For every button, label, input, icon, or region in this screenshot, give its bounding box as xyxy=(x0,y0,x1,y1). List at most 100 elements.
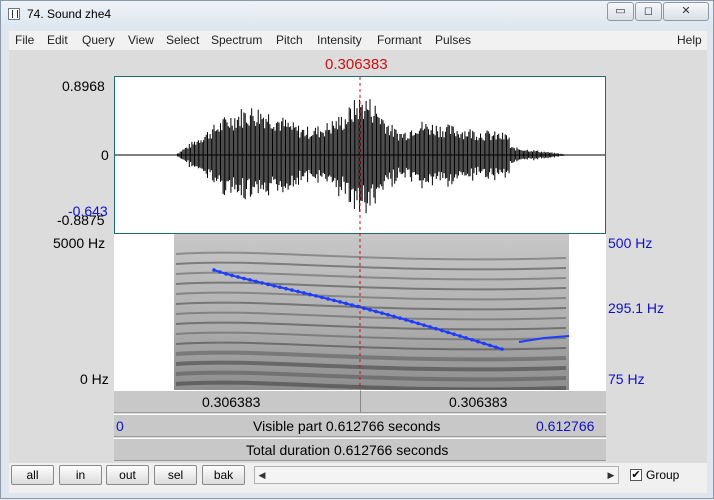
pitch-point xyxy=(356,304,360,309)
pitch-point xyxy=(302,291,306,295)
pitch-point xyxy=(308,292,312,297)
visible-end: 0.612766 xyxy=(536,418,595,434)
zoom-all-button[interactable]: all xyxy=(11,465,54,485)
visible-part-text: Visible part 0.612766 seconds xyxy=(253,418,441,434)
pitch-point xyxy=(488,343,492,348)
pitch-point xyxy=(386,312,390,317)
pitch-point xyxy=(218,270,222,274)
scroll-right-arrow-icon[interactable]: ▶ xyxy=(604,467,618,483)
freq-top-label: 5000 Hz xyxy=(53,235,106,251)
pitch-point xyxy=(494,345,498,350)
pitch-point xyxy=(380,311,384,315)
menu-intensity[interactable]: Intensity xyxy=(317,33,362,47)
pitch-point xyxy=(320,295,324,300)
pitch-point xyxy=(374,309,378,314)
pitch-point xyxy=(416,321,420,326)
close-button[interactable]: ✕ xyxy=(663,2,709,21)
pitch-point xyxy=(452,332,456,337)
pitch-point xyxy=(458,334,462,338)
pitch-point xyxy=(248,278,252,282)
pitch-point xyxy=(296,289,300,294)
freq-bottom-label: 0 Hz xyxy=(80,371,109,387)
zoom-sel-button[interactable]: sel xyxy=(154,465,197,485)
visible-start: 0 xyxy=(116,418,124,434)
spectrogram-graphic xyxy=(174,234,570,390)
pitch-point xyxy=(404,318,408,322)
zoom-in-button[interactable]: in xyxy=(59,465,102,485)
pitch-point xyxy=(230,273,234,278)
total-duration-bar[interactable]: Total duration 0.612766 seconds xyxy=(114,438,606,461)
menu-bar: File Edit Query View Select Spectrum Pit… xyxy=(9,31,707,51)
selection-left-bar[interactable]: 0.306383 xyxy=(114,390,360,413)
total-duration-text: Total duration 0.612766 seconds xyxy=(246,442,449,458)
menu-pitch[interactable]: Pitch xyxy=(276,33,303,47)
pitch-point xyxy=(278,285,282,290)
app-icon xyxy=(8,8,20,20)
waveform-cursor-value: -0.643 xyxy=(68,203,108,219)
scroll-left-arrow-icon[interactable]: ◀ xyxy=(255,467,269,483)
waveform-graphic xyxy=(115,99,605,214)
pitch-point xyxy=(272,283,276,288)
pitch-point xyxy=(338,300,342,304)
menu-file[interactable]: File xyxy=(15,33,34,47)
pitch-point xyxy=(314,294,318,298)
pitch-point xyxy=(326,297,330,301)
maximize-button[interactable]: ◻ xyxy=(635,2,662,21)
menu-select[interactable]: Select xyxy=(166,33,199,47)
time-scrollbar[interactable]: ◀ ▶ xyxy=(254,466,619,484)
pitch-point xyxy=(500,347,504,351)
group-checkbox[interactable]: ✔ xyxy=(630,469,642,481)
pitch-point xyxy=(398,316,402,320)
pitch-top-label: 500 Hz xyxy=(608,235,653,251)
pitch-point xyxy=(368,308,372,312)
pitch-point xyxy=(212,268,216,272)
cursor-time: 0.306383 xyxy=(325,56,388,73)
visible-part-bar[interactable]: 0 Visible part 0.612766 seconds 0.612766 xyxy=(114,414,606,437)
menu-query[interactable]: Query xyxy=(82,33,115,47)
pitch-point xyxy=(254,279,258,284)
selection-right-bar[interactable]: 0.306383 xyxy=(360,390,606,413)
menu-pulses[interactable]: Pulses xyxy=(435,33,471,47)
title-bar: 74. Sound zhe4 ▭ ◻ ✕ xyxy=(1,1,713,28)
waveform-panel[interactable] xyxy=(114,76,606,234)
waveform-zero: 0 xyxy=(101,147,109,163)
waveform-max: 0.8968 xyxy=(62,78,105,94)
praat-sound-window: 74. Sound zhe4 ▭ ◻ ✕ File Edit Query Vie… xyxy=(0,0,714,499)
pitch-point xyxy=(284,286,288,291)
zoom-back-button[interactable]: bak xyxy=(202,465,245,485)
pitch-point xyxy=(392,314,396,319)
pitch-point xyxy=(446,330,450,335)
menu-formant[interactable]: Formant xyxy=(377,33,422,47)
pitch-bottom-label: 75 Hz xyxy=(608,371,645,387)
pitch-point xyxy=(482,341,486,346)
pitch-point xyxy=(362,306,366,311)
zoom-out-button[interactable]: out xyxy=(106,465,149,485)
pitch-point xyxy=(290,288,294,292)
pitch-point xyxy=(470,337,474,342)
pitch-point xyxy=(236,275,240,279)
pitch-point xyxy=(266,282,270,287)
menu-edit[interactable]: Edit xyxy=(47,33,68,47)
pitch-point xyxy=(224,271,228,276)
pitch-point xyxy=(410,319,414,324)
pitch-point xyxy=(434,326,438,331)
waveform-trace xyxy=(175,99,570,214)
window-title: 74. Sound zhe4 xyxy=(27,7,112,21)
pitch-point xyxy=(464,336,468,340)
menu-help[interactable]: Help xyxy=(677,33,702,47)
menu-spectrum[interactable]: Spectrum xyxy=(211,33,262,47)
pitch-point xyxy=(332,298,336,303)
minimize-button[interactable]: ▭ xyxy=(607,2,634,21)
pitch-mid-label: 295.1 Hz xyxy=(608,300,665,316)
group-label: Group xyxy=(646,468,680,482)
pitch-point xyxy=(422,323,426,327)
pitch-point xyxy=(344,301,348,306)
pitch-point xyxy=(476,339,480,344)
menu-view[interactable]: View xyxy=(128,33,154,47)
pitch-point xyxy=(440,328,444,333)
pitch-point xyxy=(242,276,246,281)
pitch-point xyxy=(350,303,354,307)
spectrogram-panel[interactable] xyxy=(114,234,606,390)
pitch-point xyxy=(260,281,264,285)
selection-left-time: 0.306383 xyxy=(202,394,261,410)
